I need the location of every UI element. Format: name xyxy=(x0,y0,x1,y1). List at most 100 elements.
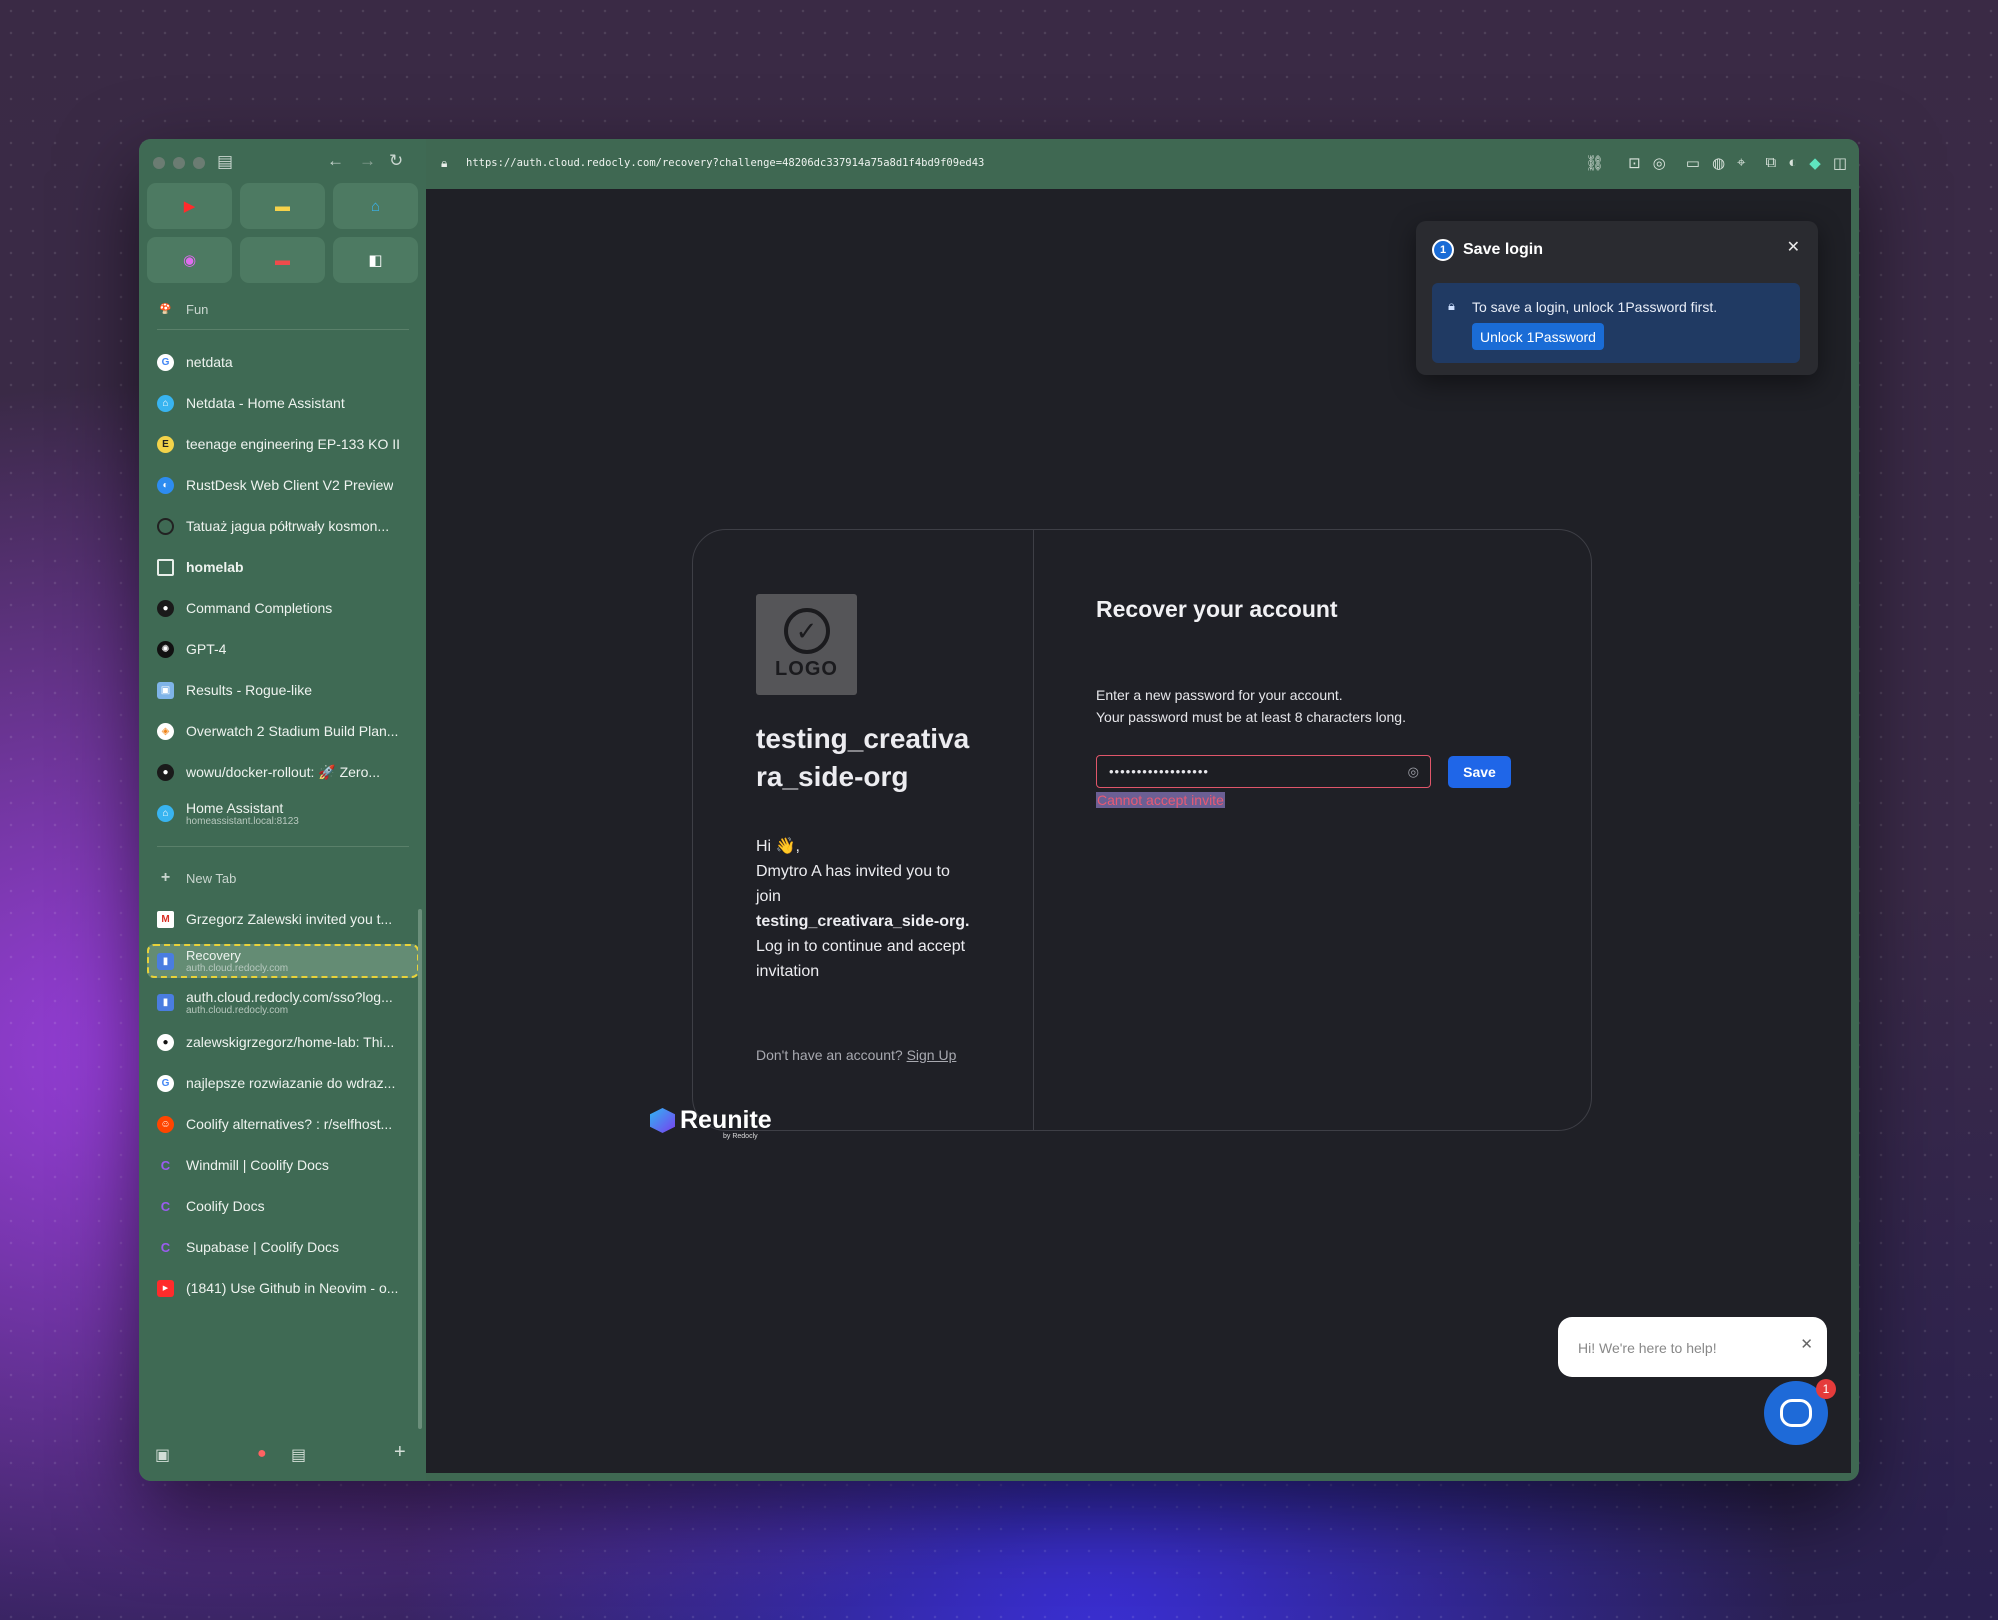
invite-cta: Log in to continue and accept invitation xyxy=(756,938,966,980)
tab-recovery[interactable]: ▮ Recovery auth.cloud.redocly.com xyxy=(147,944,419,978)
item-label: Command Completions xyxy=(186,600,333,616)
sidebar-scrollbar[interactable] xyxy=(418,909,422,1429)
close-icon[interactable]: ✕ xyxy=(1800,1335,1813,1353)
terminal-icon[interactable]: ▭ xyxy=(1686,154,1700,172)
minimize-dot[interactable] xyxy=(173,157,185,169)
password-field[interactable]: •••••••••••••••••• ◎ xyxy=(1096,755,1431,788)
home-assistant-icon: ⌂ xyxy=(157,394,174,412)
sidebar-item-homelab[interactable]: homelab xyxy=(147,549,419,585)
pinned-color-wheel-icon[interactable]: ◉ xyxy=(147,237,232,283)
tab-label: auth.cloud.redocly.com/sso?log... xyxy=(186,988,393,1005)
sidebar-item-tatuaz[interactable]: Tatuaż jagua półtrwały kosmon... xyxy=(147,508,419,544)
logo-text: LOGO xyxy=(775,658,838,680)
globe-icon[interactable]: ◍ xyxy=(1712,154,1725,172)
sidebar-item-netdata-ha[interactable]: ⌂ Netdata - Home Assistant xyxy=(147,385,419,421)
item-label: RustDesk Web Client V2 Preview xyxy=(186,477,394,493)
tab-reddit-coolify[interactable]: ☺ Coolify alternatives? : r/selfhost... xyxy=(147,1106,419,1142)
rustdesk-icon: ◐ xyxy=(157,476,174,494)
pinned-notes-icon[interactable]: ▬ xyxy=(240,183,325,229)
close-dot[interactable] xyxy=(153,157,165,169)
popup-title: Save login xyxy=(1463,241,1544,258)
plus-icon: + xyxy=(160,869,171,886)
sidebar-item-overwatch[interactable]: ◈ Overwatch 2 Stadium Build Plan... xyxy=(147,713,419,749)
github-icon: ● xyxy=(157,1033,174,1051)
tab-coolify-docs[interactable]: C Coolify Docs xyxy=(147,1188,419,1224)
back-arrow-icon[interactable]: ← xyxy=(327,151,344,171)
item-label: homelab xyxy=(186,559,244,575)
copy-link-icon[interactable]: ⛓ xyxy=(1585,154,1604,172)
org-logo: ✓ LOGO xyxy=(756,594,857,695)
pinned-youtube-icon[interactable]: ▶ xyxy=(147,183,232,229)
redocly-icon: ▮ xyxy=(157,993,174,1011)
maximize-dot[interactable] xyxy=(193,157,205,169)
github-icon: ● xyxy=(157,763,174,781)
split-view-icon[interactable]: ◫ xyxy=(1833,154,1847,172)
tab-label: Supabase | Coolify Docs xyxy=(186,1239,340,1255)
onepassword-extension-icon[interactable]: ◐ xyxy=(1788,154,1797,172)
chat-greeting[interactable]: Hi! We're here to help! ✕ xyxy=(1558,1317,1827,1377)
item-label: Overwatch 2 Stadium Build Plan... xyxy=(186,723,399,739)
tab-label: Coolify Docs xyxy=(186,1198,265,1214)
sidebar-item-command-completions[interactable]: ● Command Completions xyxy=(147,590,419,626)
notification-badge: 1 xyxy=(1816,1379,1836,1399)
home-assistant-icon: ⌂ xyxy=(157,804,174,822)
signup-link[interactable]: Sign Up xyxy=(907,1047,957,1063)
sidebar-item-rustdesk[interactable]: ◐ RustDesk Web Client V2 Preview xyxy=(147,467,419,503)
extension-icon[interactable]: ⧉ xyxy=(1765,154,1776,172)
card-divider xyxy=(1033,530,1034,1130)
folder-fun[interactable]: 🍄 Fun xyxy=(147,291,419,327)
window-controls[interactable] xyxy=(153,157,205,169)
sidebar-item-results[interactable]: ▣ Results - Rogue-like xyxy=(147,672,419,708)
tab-youtube-neovim[interactable]: ▶ (1841) Use Github in Neovim - o... xyxy=(147,1270,419,1306)
pinned-dashboard-icon[interactable]: ◧ xyxy=(333,237,418,283)
folder-icon xyxy=(157,558,174,576)
sidebar-item-gpt4[interactable]: ✺ GPT-4 xyxy=(147,631,419,667)
tab-supabase-coolify[interactable]: C Supabase | Coolify Docs xyxy=(147,1229,419,1265)
sidebar-item-docker-rollout[interactable]: ● wowu/docker-rollout: 🚀 Zero... xyxy=(147,754,419,790)
invite-line: Dmytro A has invited you to join xyxy=(756,863,950,905)
reload-icon[interactable]: ↻ xyxy=(389,151,403,171)
tab-label: Recovery xyxy=(186,948,241,963)
recovery-card: ✓ LOGO testing_creativara_side-org Hi 👋,… xyxy=(692,529,1592,1131)
crosshair-icon[interactable]: ⌖ xyxy=(1737,154,1745,172)
camera-icon[interactable]: ◎ xyxy=(1653,154,1666,172)
tab-gmail-invite[interactable]: M Grzegorz Zalewski invited you t... xyxy=(147,901,419,937)
archive-icon[interactable]: ▣ xyxy=(155,1445,170,1465)
tab-google-search[interactable]: G najlepsze rozwiazanie do wdraz... xyxy=(147,1065,419,1101)
forward-arrow-icon[interactable]: → xyxy=(359,151,376,171)
close-icon[interactable]: ✕ xyxy=(1787,237,1800,257)
tab-redocly-sso[interactable]: ▮ auth.cloud.redocly.com/sso?log... auth… xyxy=(147,984,419,1020)
sidebar-item-home-assistant[interactable]: ⌂ Home Assistant homeassistant.local:812… xyxy=(147,795,419,831)
invite-message: Hi 👋, Dmytro A has invited you to join t… xyxy=(756,834,971,984)
checkmark-icon: ✓ xyxy=(783,608,830,654)
mushroom-space-icon[interactable]: ● xyxy=(257,1445,267,1463)
desc-line: Your password must be at least 8 charact… xyxy=(1096,709,1406,725)
eye-off-icon[interactable]: ◎ xyxy=(1408,764,1420,780)
pinned-tabs: ▶ ▬ ⌂ ◉ ▬ ◧ xyxy=(147,183,419,283)
unlock-1password-button[interactable]: Unlock 1Password xyxy=(1472,323,1604,350)
mushroom-icon: 🍄 xyxy=(159,303,172,315)
tab-label: najlepsze rozwiazanie do wdraz... xyxy=(186,1075,396,1091)
reunite-logo-icon xyxy=(650,1108,675,1133)
sidebar-item-teenage-engineering[interactable]: E teenage engineering EP-133 KO II xyxy=(147,426,419,462)
space-icon[interactable]: ▤ xyxy=(291,1445,306,1465)
sidebar-item-netdata[interactable]: G netdata xyxy=(147,344,419,380)
redocly-icon: ▮ xyxy=(157,952,174,970)
tab-windmill-coolify[interactable]: C Windmill | Coolify Docs xyxy=(147,1147,419,1183)
save-button[interactable]: Save xyxy=(1448,756,1511,788)
tab-github-home-lab[interactable]: ● zalewskigrzegorz/home-lab: Thi... xyxy=(147,1024,419,1060)
sidebar-toggle-icon[interactable]: ▤ xyxy=(217,152,233,172)
image-icon: ▣ xyxy=(157,681,174,699)
overwatch-icon: ◈ xyxy=(157,722,174,740)
download-icon[interactable]: ⊡ xyxy=(1628,154,1641,172)
pinned-home-assistant-icon[interactable]: ⌂ xyxy=(333,183,418,229)
shield-extension-icon[interactable]: ◆ xyxy=(1809,154,1821,172)
url-field[interactable]: https://auth.cloud.redocly.com/recovery?… xyxy=(466,157,984,169)
add-space-icon[interactable]: + xyxy=(394,1441,406,1464)
pinned-app-icon[interactable]: ▬ xyxy=(240,237,325,283)
error-message: Cannot accept invite xyxy=(1096,792,1225,808)
reunite-brand: Reunite by Redocly xyxy=(650,1106,772,1140)
new-tab-button[interactable]: + New Tab xyxy=(147,860,419,896)
youtube-icon: ▶ xyxy=(157,1279,174,1297)
coolify-icon: C xyxy=(160,1157,171,1173)
